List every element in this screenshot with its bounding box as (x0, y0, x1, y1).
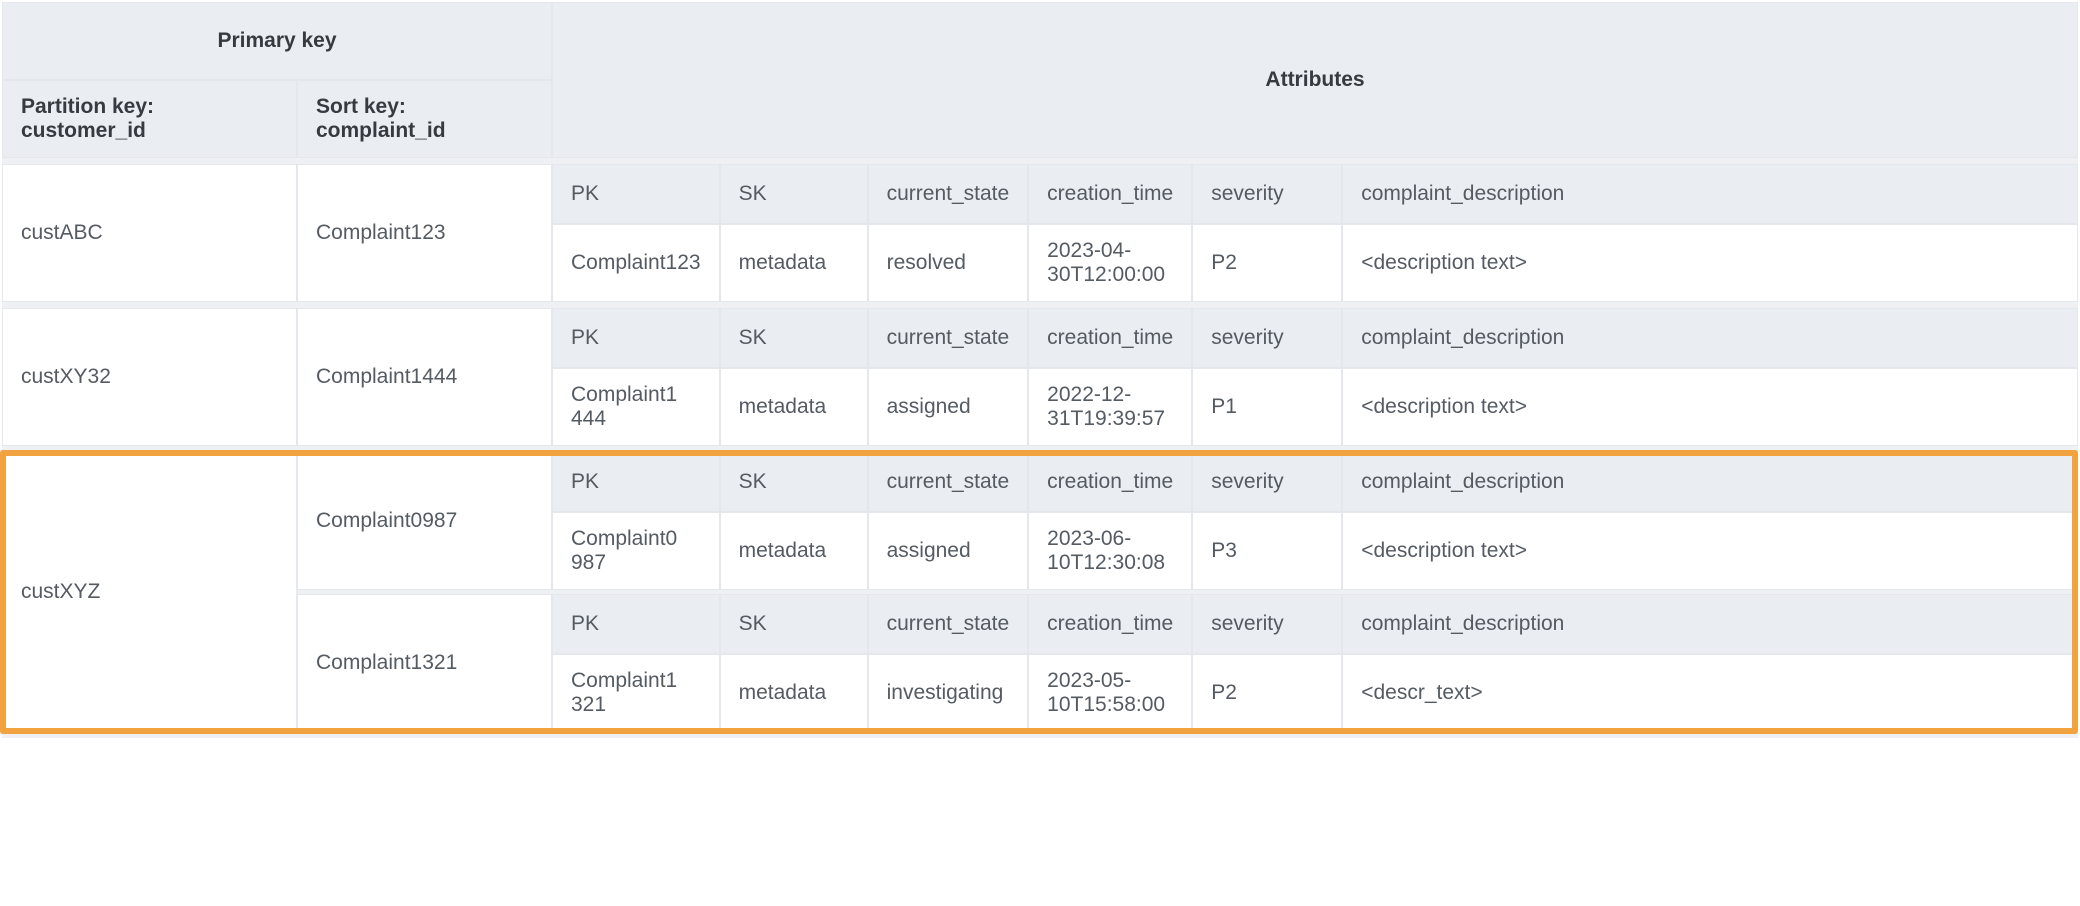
attr-col-header: complaint_description (1342, 452, 2078, 512)
attr-col-header: severity (1192, 452, 1342, 512)
partition-key-cell: custABC (2, 164, 297, 302)
attr-col-header: PK (552, 452, 720, 512)
attr-value-cell: Complaint1 321 (552, 654, 720, 732)
attr-value-cell: 2023-06- 10T12:30:08 (1028, 512, 1192, 590)
attr-value-cell: metadata (720, 512, 868, 590)
sort-key-cell: Complaint0987 (297, 452, 552, 590)
attr-value-cell: <description text> (1342, 512, 2078, 590)
attr-col-header: complaint_description (1342, 594, 2078, 654)
sort-key-cell: Complaint1444 (297, 308, 552, 446)
attr-value-cell: P2 (1192, 224, 1342, 302)
attr-value-cell: Complaint0 987 (552, 512, 720, 590)
attr-value-cell: <description text> (1342, 368, 2078, 446)
attr-value-cell: P1 (1192, 368, 1342, 446)
attr-value-cell: Complaint1 444 (552, 368, 720, 446)
schema-table: Primary key Attributes Partition key: cu… (2, 2, 2078, 738)
attr-col-header: creation_time (1028, 452, 1192, 512)
attr-value-cell: metadata (720, 224, 868, 302)
attr-col-header: complaint_description (1342, 308, 2078, 368)
attr-col-header: SK (720, 452, 868, 512)
attr-col-header: SK (720, 164, 868, 224)
attr-col-header: current_state (868, 164, 1029, 224)
attributes-header: Attributes (552, 2, 2078, 158)
item-header-row: custABCComplaint123PKSKcurrent_statecrea… (2, 164, 2078, 224)
primary-key-header: Primary key (2, 2, 552, 80)
attr-col-header: PK (552, 308, 720, 368)
attr-value-cell: P2 (1192, 654, 1342, 732)
attr-col-header: SK (720, 594, 868, 654)
attr-col-header: creation_time (1028, 164, 1192, 224)
attr-value-cell: resolved (868, 224, 1029, 302)
attr-col-header: current_state (868, 308, 1029, 368)
header-row-1: Primary key Attributes (2, 2, 2078, 80)
attr-col-header: severity (1192, 308, 1342, 368)
attr-value-cell: metadata (720, 368, 868, 446)
attr-col-header: SK (720, 308, 868, 368)
dynamodb-table: Primary key Attributes Partition key: cu… (2, 2, 2078, 738)
attr-value-cell: Complaint123 (552, 224, 720, 302)
attr-col-header: creation_time (1028, 594, 1192, 654)
attr-col-header: current_state (868, 452, 1029, 512)
partition-key-cell: custXYZ (2, 452, 297, 732)
attr-value-cell: metadata (720, 654, 868, 732)
item-header-row: custXYZComplaint0987PKSKcurrent_statecre… (2, 452, 2078, 512)
attr-value-cell: assigned (868, 512, 1029, 590)
attr-col-header: creation_time (1028, 308, 1192, 368)
attr-value-cell: 2022-12- 31T19:39:57 (1028, 368, 1192, 446)
partition-key-cell: custXY32 (2, 308, 297, 446)
attr-col-header: complaint_description (1342, 164, 2078, 224)
attr-value-cell: 2023-04- 30T12:00:00 (1028, 224, 1192, 302)
sort-key-cell: Complaint1321 (297, 594, 552, 732)
attr-col-header: severity (1192, 164, 1342, 224)
sort-key-header: Sort key: complaint_id (297, 80, 552, 158)
attr-value-cell: <descr_text> (1342, 654, 2078, 732)
attr-value-cell: P3 (1192, 512, 1342, 590)
attr-value-cell: 2023-05- 10T15:58:00 (1028, 654, 1192, 732)
attr-value-cell: investigating (868, 654, 1029, 732)
attr-col-header: PK (552, 164, 720, 224)
sort-key-cell: Complaint123 (297, 164, 552, 302)
attr-value-cell: assigned (868, 368, 1029, 446)
partition-key-header: Partition key: customer_id (2, 80, 297, 158)
item-header-row: custXY32Complaint1444PKSKcurrent_statecr… (2, 308, 2078, 368)
attr-col-header: PK (552, 594, 720, 654)
attr-value-cell: <description text> (1342, 224, 2078, 302)
attr-col-header: current_state (868, 594, 1029, 654)
item-header-row: Complaint1321PKSKcurrent_statecreation_t… (2, 594, 2078, 654)
attr-col-header: severity (1192, 594, 1342, 654)
